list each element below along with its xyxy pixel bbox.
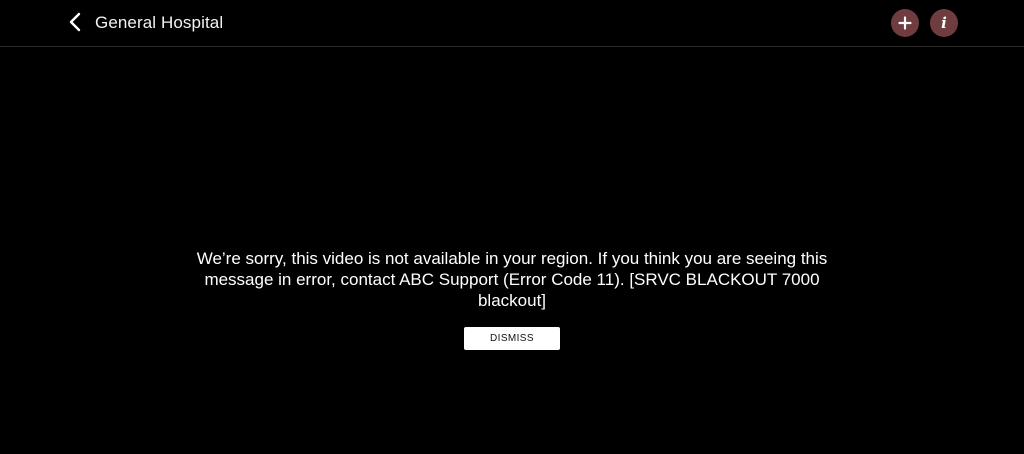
add-button[interactable] xyxy=(891,9,919,37)
error-message: We’re sorry, this video is not available… xyxy=(196,249,828,310)
video-player-page: General Hospital i We’re sorry, this vid… xyxy=(0,0,1024,454)
back-button[interactable] xyxy=(62,7,88,37)
top-bar: General Hospital i xyxy=(0,0,1024,47)
info-button[interactable]: i xyxy=(930,9,958,37)
plus-icon xyxy=(898,16,912,30)
page-title: General Hospital xyxy=(95,13,224,32)
dismiss-button[interactable]: DISMISS xyxy=(464,327,560,350)
info-icon: i xyxy=(941,13,947,32)
chevron-left-icon xyxy=(69,12,81,32)
